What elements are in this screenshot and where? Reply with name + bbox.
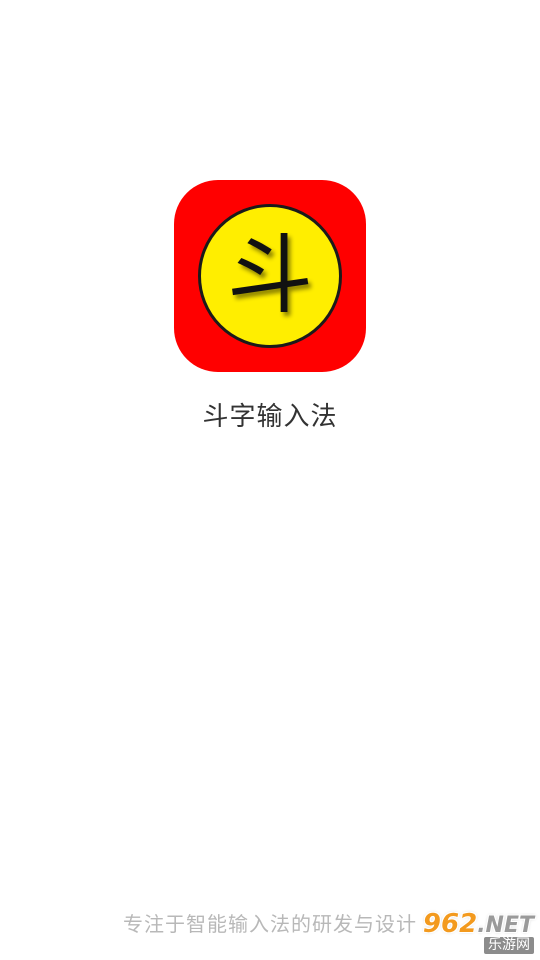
watermark-number: 962 <box>422 909 478 939</box>
logo-coin: 斗 <box>198 204 342 348</box>
app-name: 斗字输入法 <box>202 402 338 432</box>
app-logo-icon: 斗 <box>174 180 366 372</box>
logo-glyph: 斗 <box>227 226 313 326</box>
splash-screen: 斗 斗字输入法 专注于智能输入法的研发与设计 962.NET 乐游网 <box>0 0 540 960</box>
watermark-suffix: .NET <box>477 913 534 938</box>
site-watermark: 962.NET 乐游网 <box>402 910 534 954</box>
watermark-brand: 962.NET <box>402 910 534 938</box>
watermark-tagline: 乐游网 <box>484 937 534 954</box>
